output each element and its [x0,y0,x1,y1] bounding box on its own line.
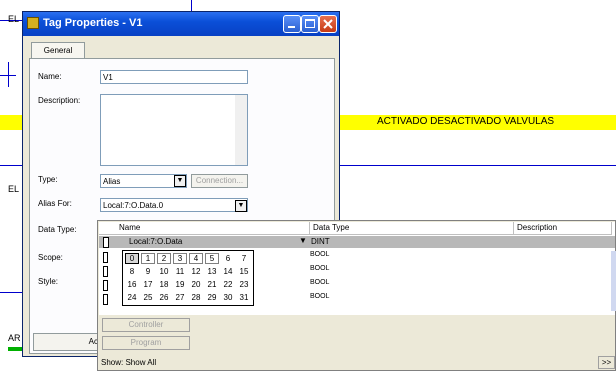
bit-cell[interactable]: 20 [189,279,203,290]
ok-button[interactable]: Ac [33,333,103,351]
bit-cell[interactable]: 30 [221,292,235,303]
bit-cell[interactable]: 0 [125,253,139,264]
close-icon [323,19,333,29]
bit-cell[interactable]: 21 [205,279,219,290]
program-button[interactable]: Program [102,336,190,350]
bit-data-type: BOOL [310,293,330,300]
description-label: Description: [38,96,81,105]
connection-button[interactable]: Connection... [191,174,248,188]
bit-data-type: BOOL [310,251,330,258]
bit-cell[interactable]: 4 [189,253,203,264]
dialog-title: Tag Properties - V1 [43,17,143,29]
tag-browser-popup: Name Data Type Description Local:7:O.Dat… [97,220,616,371]
bit-row-icons [103,251,111,311]
bit-cell[interactable]: 12 [189,266,203,277]
bit-cell[interactable]: 10 [157,266,171,277]
bit-cell[interactable]: 5 [205,253,219,264]
bit-cell[interactable]: 11 [173,266,187,277]
rung-label: EL [8,184,20,194]
bit-cell[interactable]: 25 [141,292,155,303]
minimize-icon [288,26,295,28]
ladder-wire [0,292,22,293]
bit-cell[interactable]: 26 [157,292,171,303]
bit-cell[interactable]: 16 [125,279,139,290]
chevron-down-icon[interactable]: ▼ [235,200,247,212]
data-type-label: Data Type: [38,225,77,234]
tag-icon [103,237,109,248]
table-row-selected[interactable]: Local:7:O.Data ▼ DINT [99,236,615,248]
bit-cell[interactable]: 14 [221,266,235,277]
selected-tag-name: Local:7:O.Data [129,237,183,246]
bit-cell[interactable]: 27 [173,292,187,303]
dialog-titlebar[interactable]: Tag Properties - V1 [23,12,339,36]
style-label: Style: [38,277,59,286]
bit-cell[interactable]: 17 [141,279,155,290]
bit-cell[interactable]: 18 [157,279,171,290]
rung-comment[interactable]: ACTIVADO DESACTIVADO VALVULAS [377,116,554,127]
bit-cell[interactable]: 19 [173,279,187,290]
tag-icon [103,252,108,263]
bit-cell[interactable]: 1 [141,253,155,264]
alias-for-label: Alias For: [38,199,72,208]
tag-icon [103,280,108,291]
maximize-button[interactable] [301,15,319,33]
column-header-data-type[interactable]: Data Type [310,222,514,235]
bit-cell[interactable]: 15 [237,266,251,277]
tag-icon [103,266,108,277]
chevron-down-icon[interactable]: ▼ [299,236,307,245]
rung-label: AR [8,333,21,343]
bit-cell[interactable]: 23 [237,279,251,290]
bit-cell[interactable]: 3 [173,253,187,264]
alias-for-field[interactable]: Local:7:O.Data.0 ▼ [100,198,248,212]
list-scrollbar[interactable] [611,251,616,311]
bit-cell[interactable]: 29 [205,292,219,303]
tab-general[interactable]: General [31,42,85,59]
bit-cell[interactable]: 22 [221,279,235,290]
scope-label: Scope: [38,253,63,262]
bit-data-type: BOOL [310,265,330,272]
bit-cell[interactable]: 6 [221,253,235,264]
type-value: Alias [103,177,121,186]
bit-cell[interactable]: 13 [205,266,219,277]
chevron-down-icon[interactable]: ▼ [174,175,186,187]
name-field[interactable]: V1 [100,70,248,84]
bit-cell[interactable]: 24 [125,292,139,303]
bit-cell[interactable]: 2 [157,253,171,264]
ladder-wire [191,0,192,11]
description-scrollbar[interactable] [235,95,247,165]
maximize-icon [305,19,315,28]
bit-data-type: BOOL [310,279,330,286]
ladder-wire [340,165,616,166]
rung-label: EL [8,14,20,24]
name-label: Name: [38,72,62,81]
selected-tag-data-type: DINT [311,237,330,246]
ladder-wire [0,75,16,76]
alias-for-value: Local:7:O.Data.0 [103,201,164,210]
column-header-description[interactable]: Description [514,222,612,235]
close-button[interactable] [319,15,337,33]
expand-button[interactable]: >> [598,356,615,369]
tag-icon [103,294,108,305]
show-filter-label[interactable]: Show: Show All [101,358,156,367]
bit-grid: 0 1 2 3 4 5 6 7 8 9 10 11 12 13 14 15 16… [122,250,254,306]
bit-cell[interactable]: 31 [237,292,251,303]
bit-cell[interactable]: 8 [125,266,139,277]
bit-cell[interactable]: 7 [237,253,251,264]
minimize-button[interactable] [283,15,301,33]
column-header-name[interactable]: Name [99,222,310,235]
bit-cell[interactable]: 9 [141,266,155,277]
coil-indicator [8,347,22,351]
controller-button[interactable]: Controller [102,318,190,332]
ladder-wire [0,165,22,166]
rung-comment-bar [0,115,22,130]
bit-cell[interactable]: 28 [189,292,203,303]
tag-icon [27,17,39,29]
type-select[interactable]: Alias ▼ [100,174,187,188]
type-label: Type: [38,175,58,184]
description-field[interactable] [100,94,248,166]
